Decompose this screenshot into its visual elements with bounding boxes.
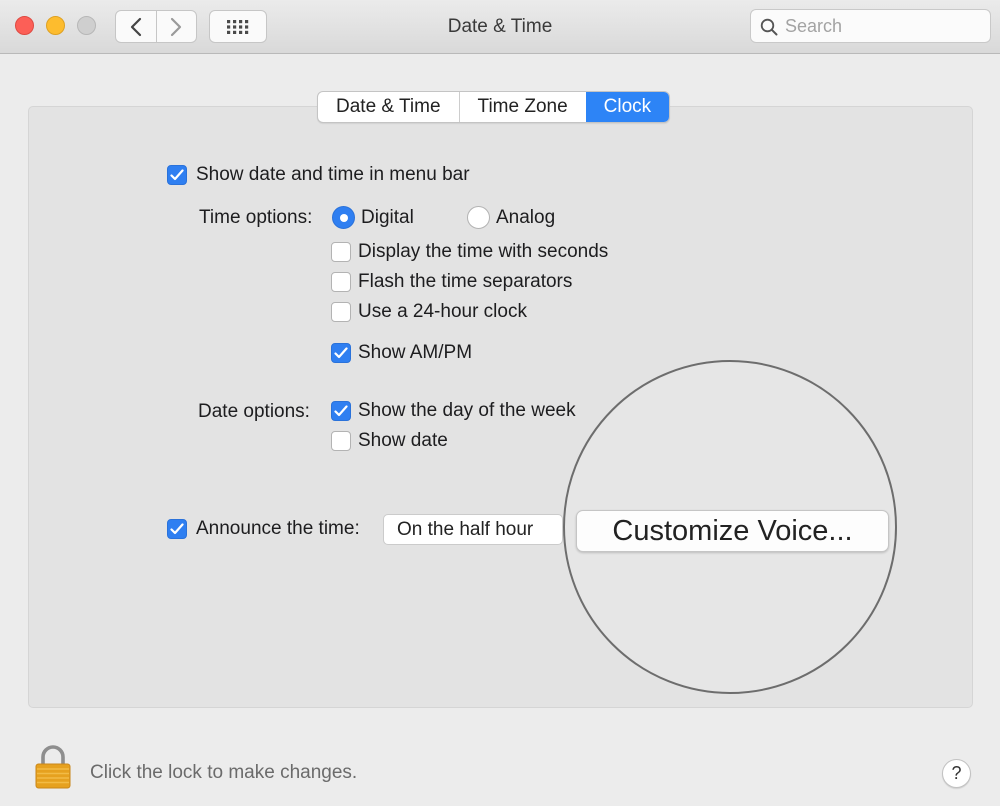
back-button[interactable]: [116, 11, 156, 42]
display-seconds-label: Display the time with seconds: [358, 241, 609, 262]
show-day-of-week-checkbox[interactable]: [331, 401, 351, 421]
checkmark-icon: [334, 347, 348, 359]
show-day-of-week-label: Show the day of the week: [358, 400, 576, 421]
search-icon: [760, 18, 778, 36]
date-options-label: Date options:: [198, 401, 310, 422]
24-hour-clock-row: Use a 24-hour clock: [331, 301, 527, 323]
show-date-row: Show date: [331, 430, 448, 452]
radio-analog[interactable]: [467, 206, 490, 229]
show-in-menu-bar-checkbox[interactable]: [167, 165, 187, 185]
forward-button[interactable]: [155, 11, 197, 42]
customize-voice-button[interactable]: Customize Voice...: [576, 510, 889, 552]
checkmark-icon: [170, 169, 184, 181]
flash-separators-label: Flash the time separators: [358, 271, 573, 292]
show-am-pm-checkbox[interactable]: [331, 343, 351, 363]
announce-time-checkbox[interactable]: [167, 519, 187, 539]
window-titlebar: Date & Time: [0, 0, 1000, 54]
radio-digital-row: Digital: [332, 206, 414, 229]
radio-digital[interactable]: [332, 206, 355, 229]
show-all-button[interactable]: [209, 10, 267, 43]
announce-interval-popup[interactable]: On the half hour: [383, 514, 563, 545]
help-icon[interactable]: ?: [942, 759, 971, 788]
radio-analog-label: Analog: [496, 206, 556, 228]
lock-icon[interactable]: [35, 745, 71, 789]
back-chevron-icon: [130, 17, 141, 36]
forward-chevron-icon: [171, 17, 182, 36]
show-day-of-week-row: Show the day of the week: [331, 400, 576, 422]
flash-separators-row: Flash the time separators: [331, 271, 572, 293]
announce-time-label: Announce the time:: [196, 518, 360, 539]
display-seconds-row: Display the time with seconds: [331, 241, 608, 263]
announce-time-row: Announce the time:: [167, 518, 360, 540]
tab-date-time[interactable]: Date & Time: [318, 92, 459, 122]
close-window-button[interactable]: [15, 16, 34, 35]
time-options-label: Time options:: [199, 207, 313, 228]
lock-status-text: Click the lock to make changes.: [90, 762, 358, 783]
tab-bar: Date & Time Time Zone Clock: [317, 91, 671, 123]
tab-clock[interactable]: Clock: [585, 92, 670, 122]
navigation-buttons: [115, 10, 197, 43]
checkmark-icon: [334, 405, 348, 417]
24-hour-clock-label: Use a 24-hour clock: [358, 301, 527, 322]
show-in-menu-bar-label: Show date and time in menu bar: [196, 164, 470, 185]
radio-digital-label: Digital: [361, 206, 414, 228]
display-seconds-checkbox[interactable]: [331, 242, 351, 262]
show-am-pm-label: Show AM/PM: [358, 342, 473, 363]
tab-time-zone[interactable]: Time Zone: [458, 92, 586, 122]
show-in-menu-bar-row: Show date and time in menu bar: [167, 164, 470, 186]
search-input[interactable]: [785, 13, 985, 39]
minimize-window-button[interactable]: [46, 16, 65, 35]
checkmark-icon: [170, 523, 184, 535]
flash-separators-checkbox[interactable]: [331, 272, 351, 292]
24-hour-clock-checkbox[interactable]: [331, 302, 351, 322]
show-am-pm-row: Show AM/PM: [331, 342, 472, 364]
grid-icon: [227, 19, 249, 34]
show-date-label: Show date: [358, 430, 448, 451]
show-date-checkbox[interactable]: [331, 431, 351, 451]
search-field[interactable]: [750, 9, 991, 43]
zoom-window-button: [77, 16, 96, 35]
radio-analog-row: Analog: [467, 206, 555, 229]
